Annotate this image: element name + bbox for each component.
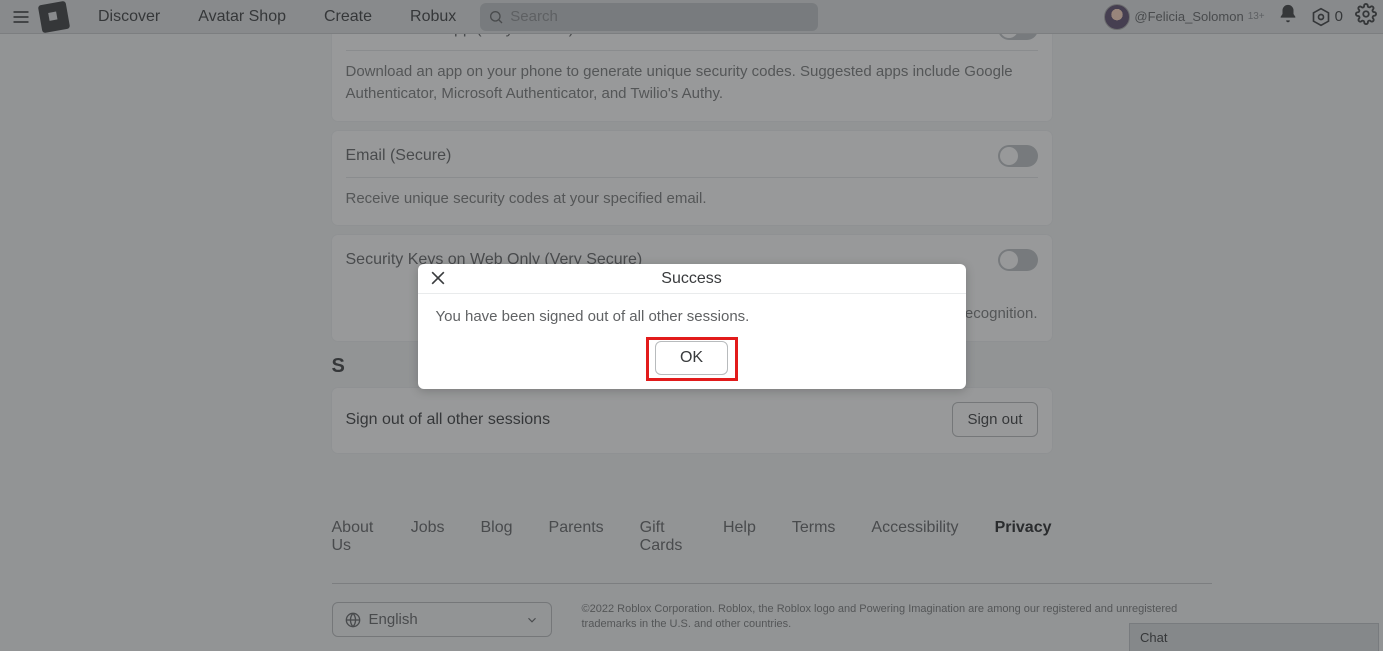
- close-icon: [428, 268, 448, 288]
- modal-close-button[interactable]: [428, 268, 448, 293]
- modal-body: You have been signed out of all other se…: [418, 294, 966, 333]
- modal-ok-button[interactable]: OK: [655, 341, 728, 375]
- modal-title: Success: [661, 270, 721, 288]
- success-modal: Success You have been signed out of all …: [418, 264, 966, 389]
